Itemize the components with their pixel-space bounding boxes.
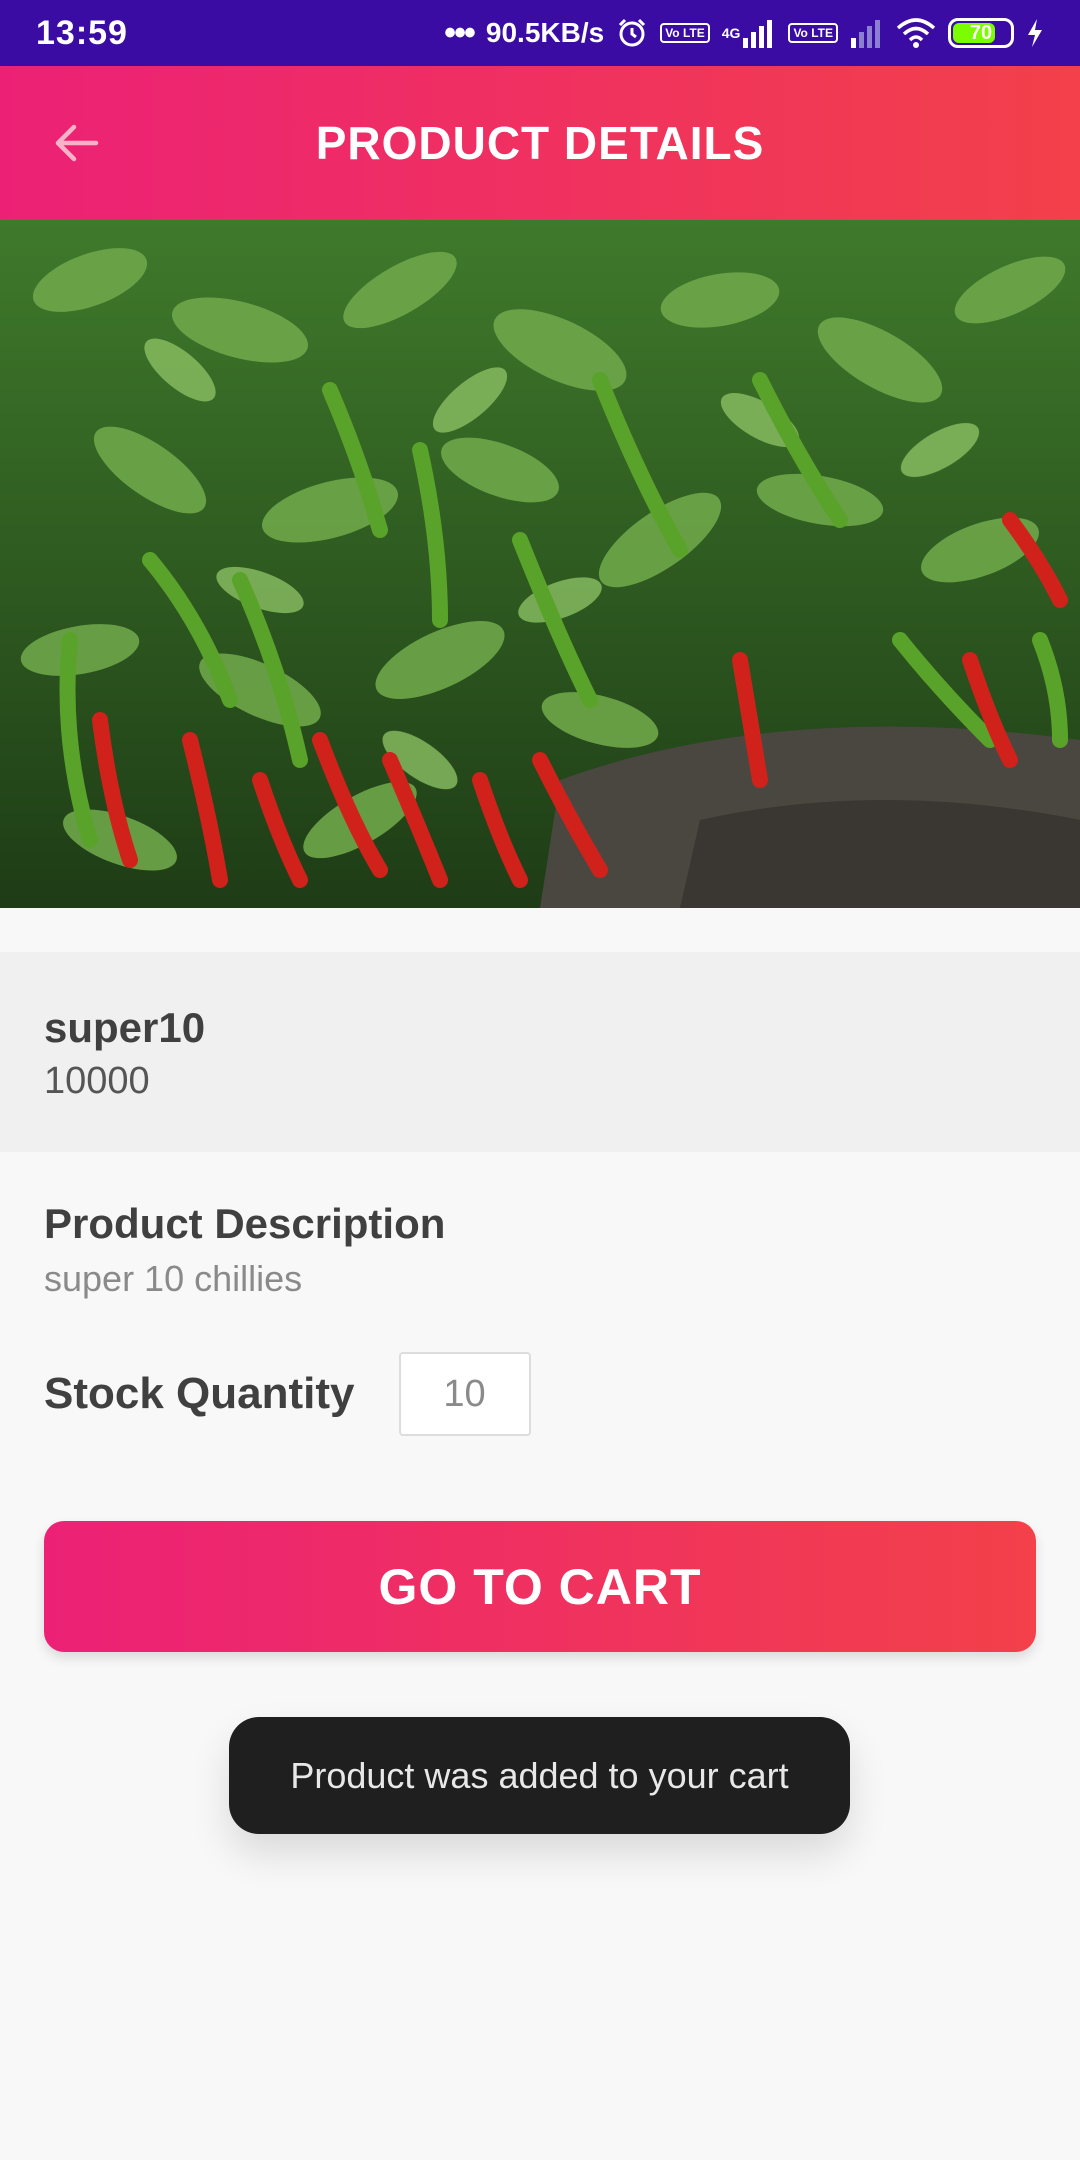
product-name: super10: [44, 1004, 206, 1051]
signal-icon: 4G: [722, 18, 777, 48]
network-speed: 90.5KB/s: [485, 17, 605, 48]
stock-quantity-field[interactable]: [398, 1352, 531, 1436]
more-dots-icon: •••: [444, 13, 476, 52]
status-time: 13:59: [36, 13, 128, 52]
app-bar: PRODUCT DETAILS: [0, 66, 1080, 220]
description-text: super 10 chillies: [44, 1258, 303, 1299]
back-button[interactable]: [44, 111, 108, 175]
signal-weak-icon: [850, 18, 884, 48]
alarm-icon: [616, 17, 648, 49]
volte-badge: Vo LTE: [660, 23, 710, 43]
battery-icon: 70: [948, 18, 1014, 48]
status-bar: 13:59 ••• 90.5KB/s Vo LTE 4G Vo LTE 70: [0, 0, 1080, 66]
wifi-icon: [896, 18, 936, 48]
battery-level: 70: [969, 21, 993, 44]
chili-plants-image: [0, 220, 1080, 908]
toast-message: Product was added to your cart: [229, 1717, 850, 1834]
page-title: PRODUCT DETAILS: [315, 117, 765, 169]
charging-icon: [1026, 18, 1044, 48]
go-to-cart-button[interactable]: GO TO CART: [44, 1521, 1036, 1652]
arrow-left-icon: [55, 124, 99, 162]
network-type: 4G: [721, 25, 741, 41]
product-summary: super10 10000: [0, 952, 1080, 1152]
description-label: Product Description: [44, 1200, 446, 1247]
product-image: [0, 220, 1080, 908]
stock-quantity-row: Stock Quantity: [44, 1352, 531, 1436]
product-description-section: Product Description super 10 chillies: [44, 1200, 1044, 1300]
status-icons: ••• 90.5KB/s Vo LTE 4G Vo LTE 70: [444, 14, 1044, 53]
product-price: 10000: [44, 1060, 150, 1102]
stock-quantity-label: Stock Quantity: [44, 1369, 355, 1418]
volte-badge-2: Vo LTE: [788, 23, 838, 43]
